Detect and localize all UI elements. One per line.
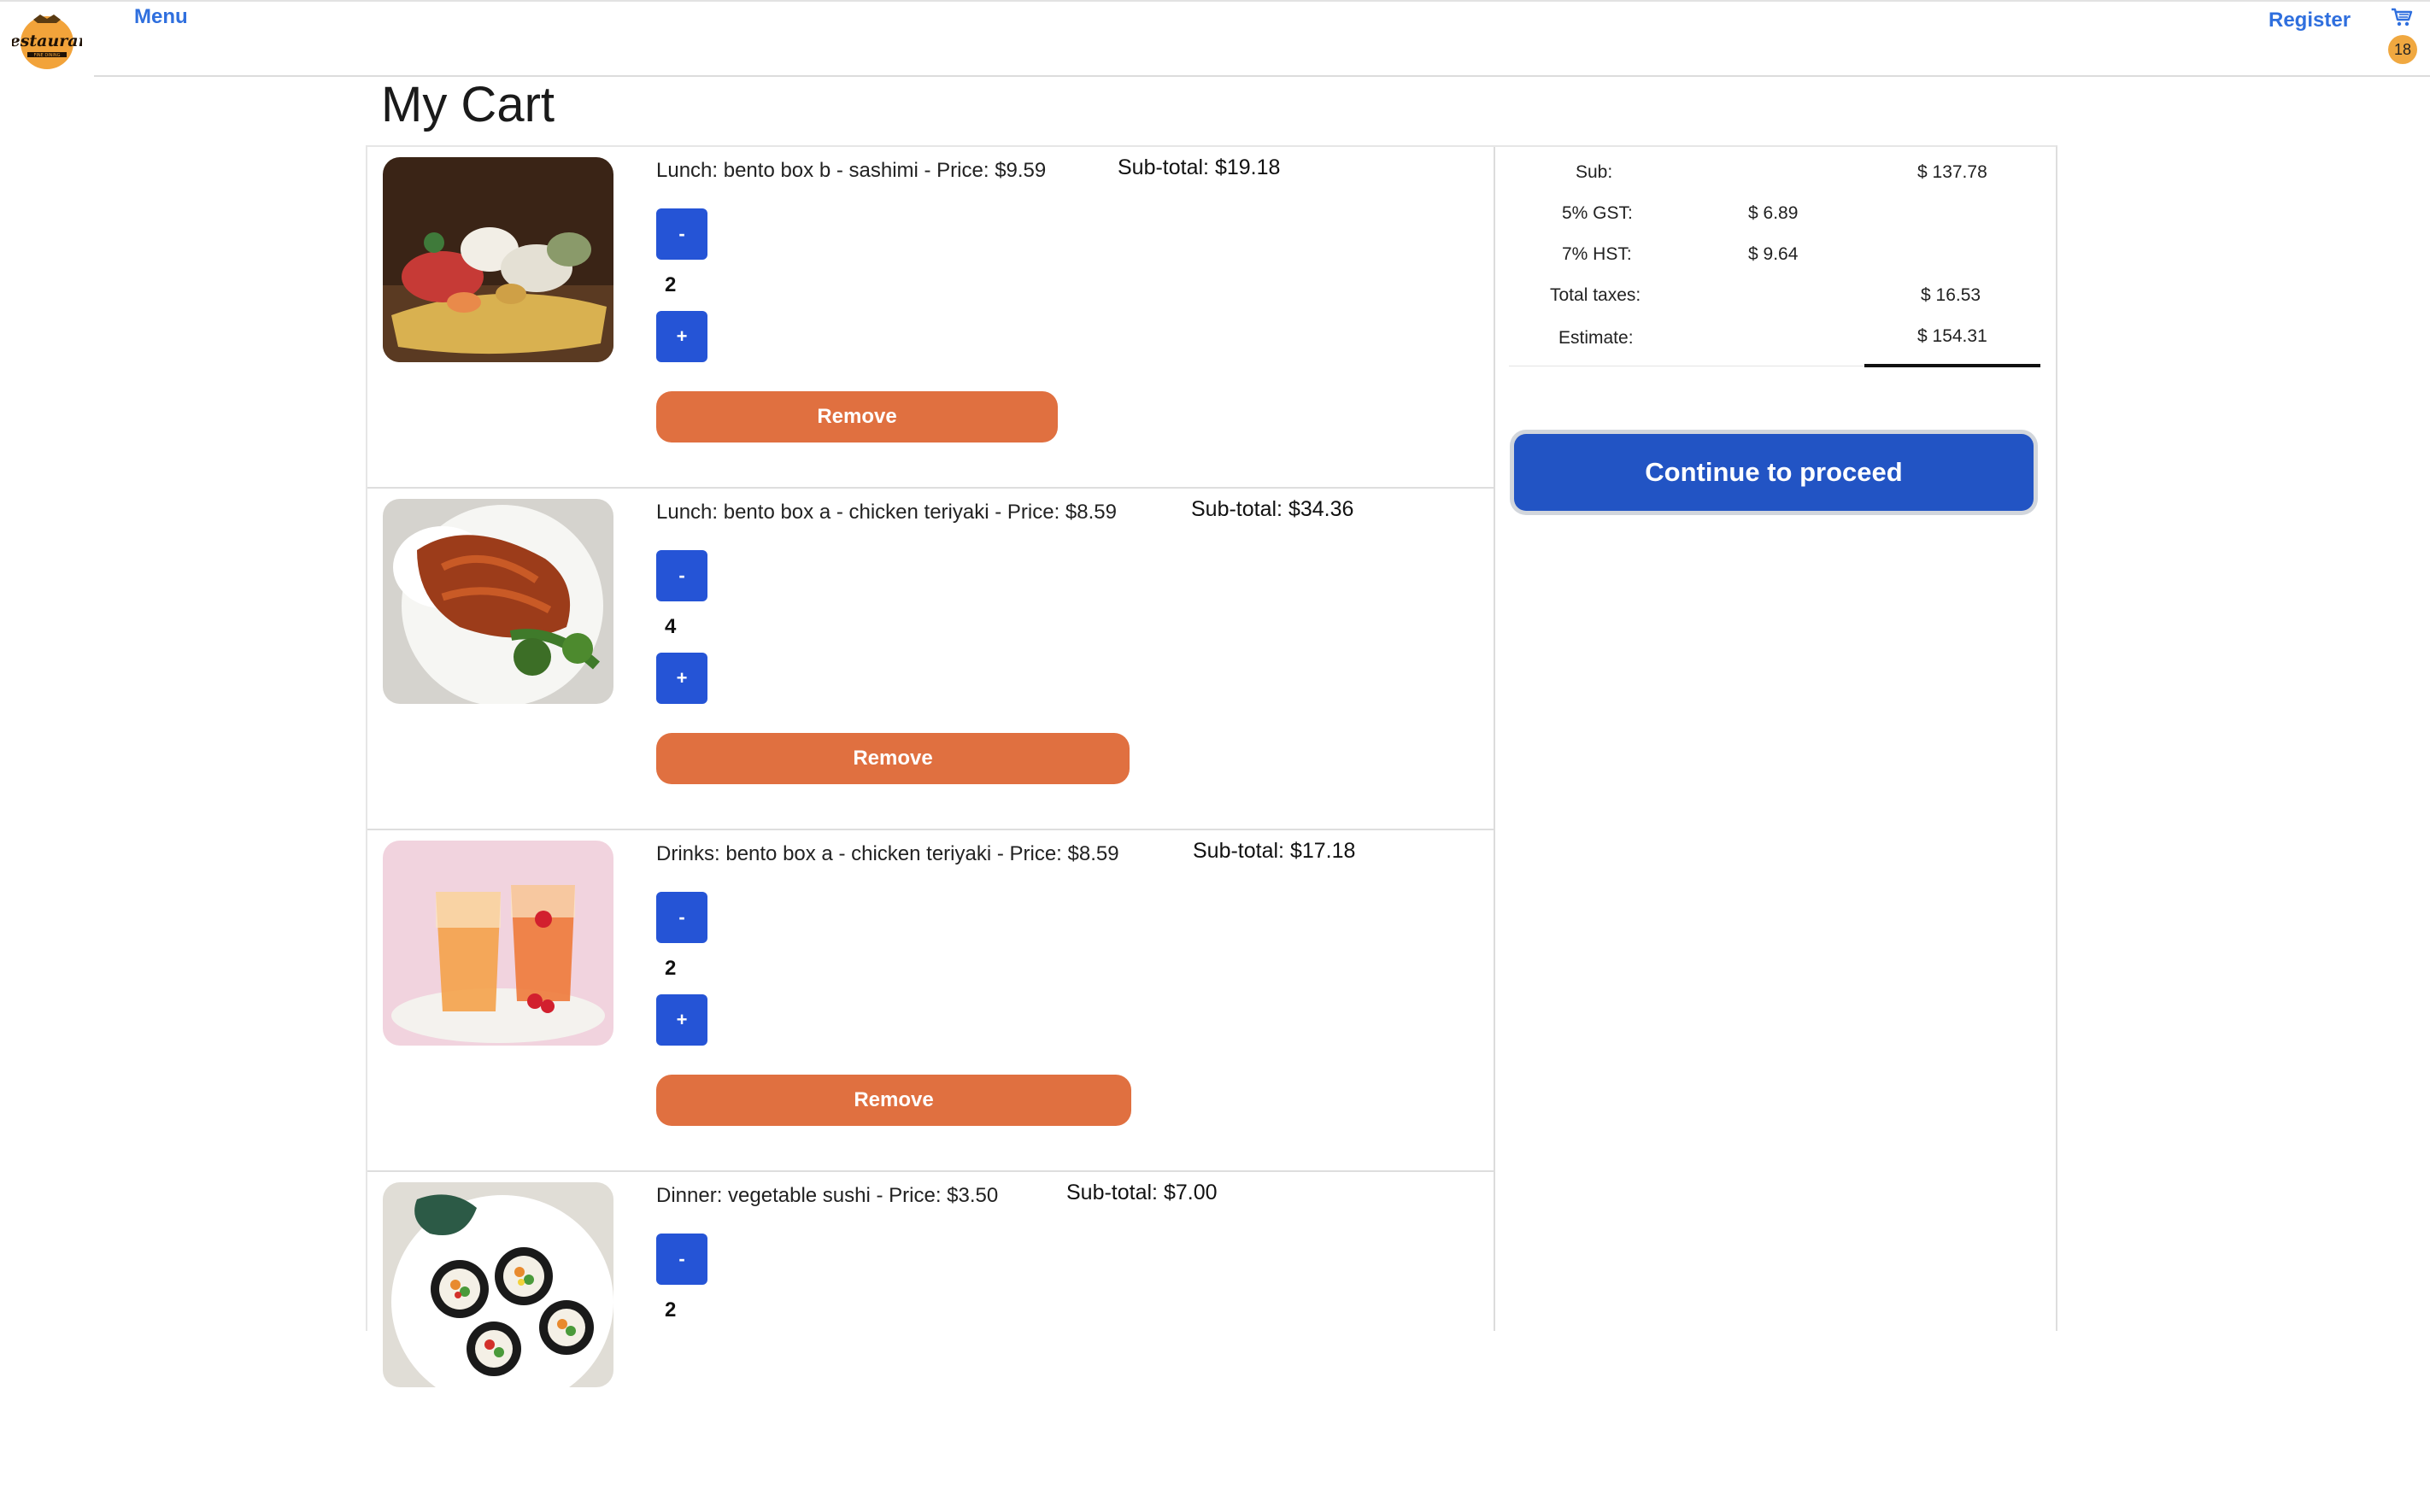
item-quantity: 4 (665, 615, 677, 638)
increase-quantity-button[interactable]: + (656, 311, 707, 362)
drinks-image (383, 841, 613, 1046)
cart-count-badge: 18 (2388, 35, 2417, 64)
continue-to-proceed-button[interactable]: Continue to proceed (1514, 434, 2034, 511)
item-quantity: 2 (665, 1298, 677, 1322)
item-quantity: 2 (665, 273, 677, 296)
chicken-teriyaki-image (383, 499, 613, 704)
item-subtotal: Sub-total: $19.18 (1118, 155, 1281, 179)
estimate-value: $ 154.31 (1917, 326, 1987, 346)
remove-item-button[interactable]: Remove (656, 391, 1058, 442)
cart-items-panel: Lunch: bento box b - sashimi - Price: $9… (366, 145, 1495, 1387)
remove-item-button[interactable]: Remove (656, 733, 1130, 784)
page-title: My Cart (381, 77, 555, 132)
estimate-label: Estimate: (1558, 328, 1634, 348)
item-subtotal: Sub-total: $7.00 (1066, 1181, 1218, 1204)
hst-label: 7% HST: (1562, 244, 1632, 264)
subtotal-label: Sub: (1576, 162, 1613, 182)
total-taxes-value: $ 16.53 (1921, 285, 1981, 305)
decrease-quantity-button[interactable]: - (656, 208, 707, 260)
item-subtotal: Sub-total: $17.18 (1193, 839, 1356, 863)
subtotal-value: $ 137.78 (1917, 162, 1987, 182)
increase-quantity-button[interactable]: + (656, 994, 707, 1046)
item-description: Lunch: bento box a - chicken teriyaki - … (656, 501, 1117, 524)
cart-item: Lunch: bento box b - sashimi - Price: $9… (367, 147, 1494, 489)
cart-item: Dinner: vegetable sushi - Price: $3.50 S… (367, 1172, 1494, 1512)
cart-item: Lunch: bento box a - chicken teriyaki - … (367, 489, 1494, 830)
item-quantity: 2 (665, 957, 677, 980)
cart-item: Drinks: bento box a - chicken teriyaki -… (367, 830, 1494, 1172)
svg-text:FINE DINING: FINE DINING (34, 53, 61, 58)
gst-label: 5% GST: (1562, 203, 1633, 223)
item-description: Lunch: bento box b - sashimi - Price: $9… (656, 159, 1047, 182)
item-description: Drinks: bento box a - chicken teriyaki -… (656, 842, 1119, 865)
estimate-double-underline (1864, 364, 2040, 367)
restaurant-logo-icon[interactable]: Restaurant FINE DINING (0, 9, 97, 72)
menu-link[interactable]: Menu (134, 5, 188, 29)
register-link[interactable]: Register (2269, 9, 2351, 32)
decrease-quantity-button[interactable]: - (656, 550, 707, 601)
vegetable-sushi-image (383, 1182, 613, 1387)
item-description: Dinner: vegetable sushi - Price: $3.50 (656, 1184, 999, 1207)
decrease-quantity-button[interactable]: - (656, 892, 707, 943)
increase-quantity-button[interactable]: + (656, 653, 707, 704)
shopping-cart-icon[interactable] (2391, 7, 2413, 27)
item-subtotal: Sub-total: $34.36 (1191, 497, 1354, 521)
top-nav: Restaurant FINE DINING Menu Register 18 (0, 2, 2430, 77)
gst-value: $ 6.89 (1748, 203, 1799, 223)
total-taxes-label: Total taxes: (1550, 285, 1641, 305)
sashimi-bento-image (383, 157, 613, 362)
hst-value: $ 9.64 (1748, 244, 1799, 264)
decrease-quantity-button[interactable]: - (656, 1234, 707, 1285)
order-summary-panel: Sub: $ 137.78 5% GST: $ 6.89 7% HST: $ 9… (1494, 145, 2057, 1331)
svg-text:Restaurant: Restaurant (12, 32, 82, 50)
remove-item-button[interactable]: Remove (656, 1075, 1131, 1126)
